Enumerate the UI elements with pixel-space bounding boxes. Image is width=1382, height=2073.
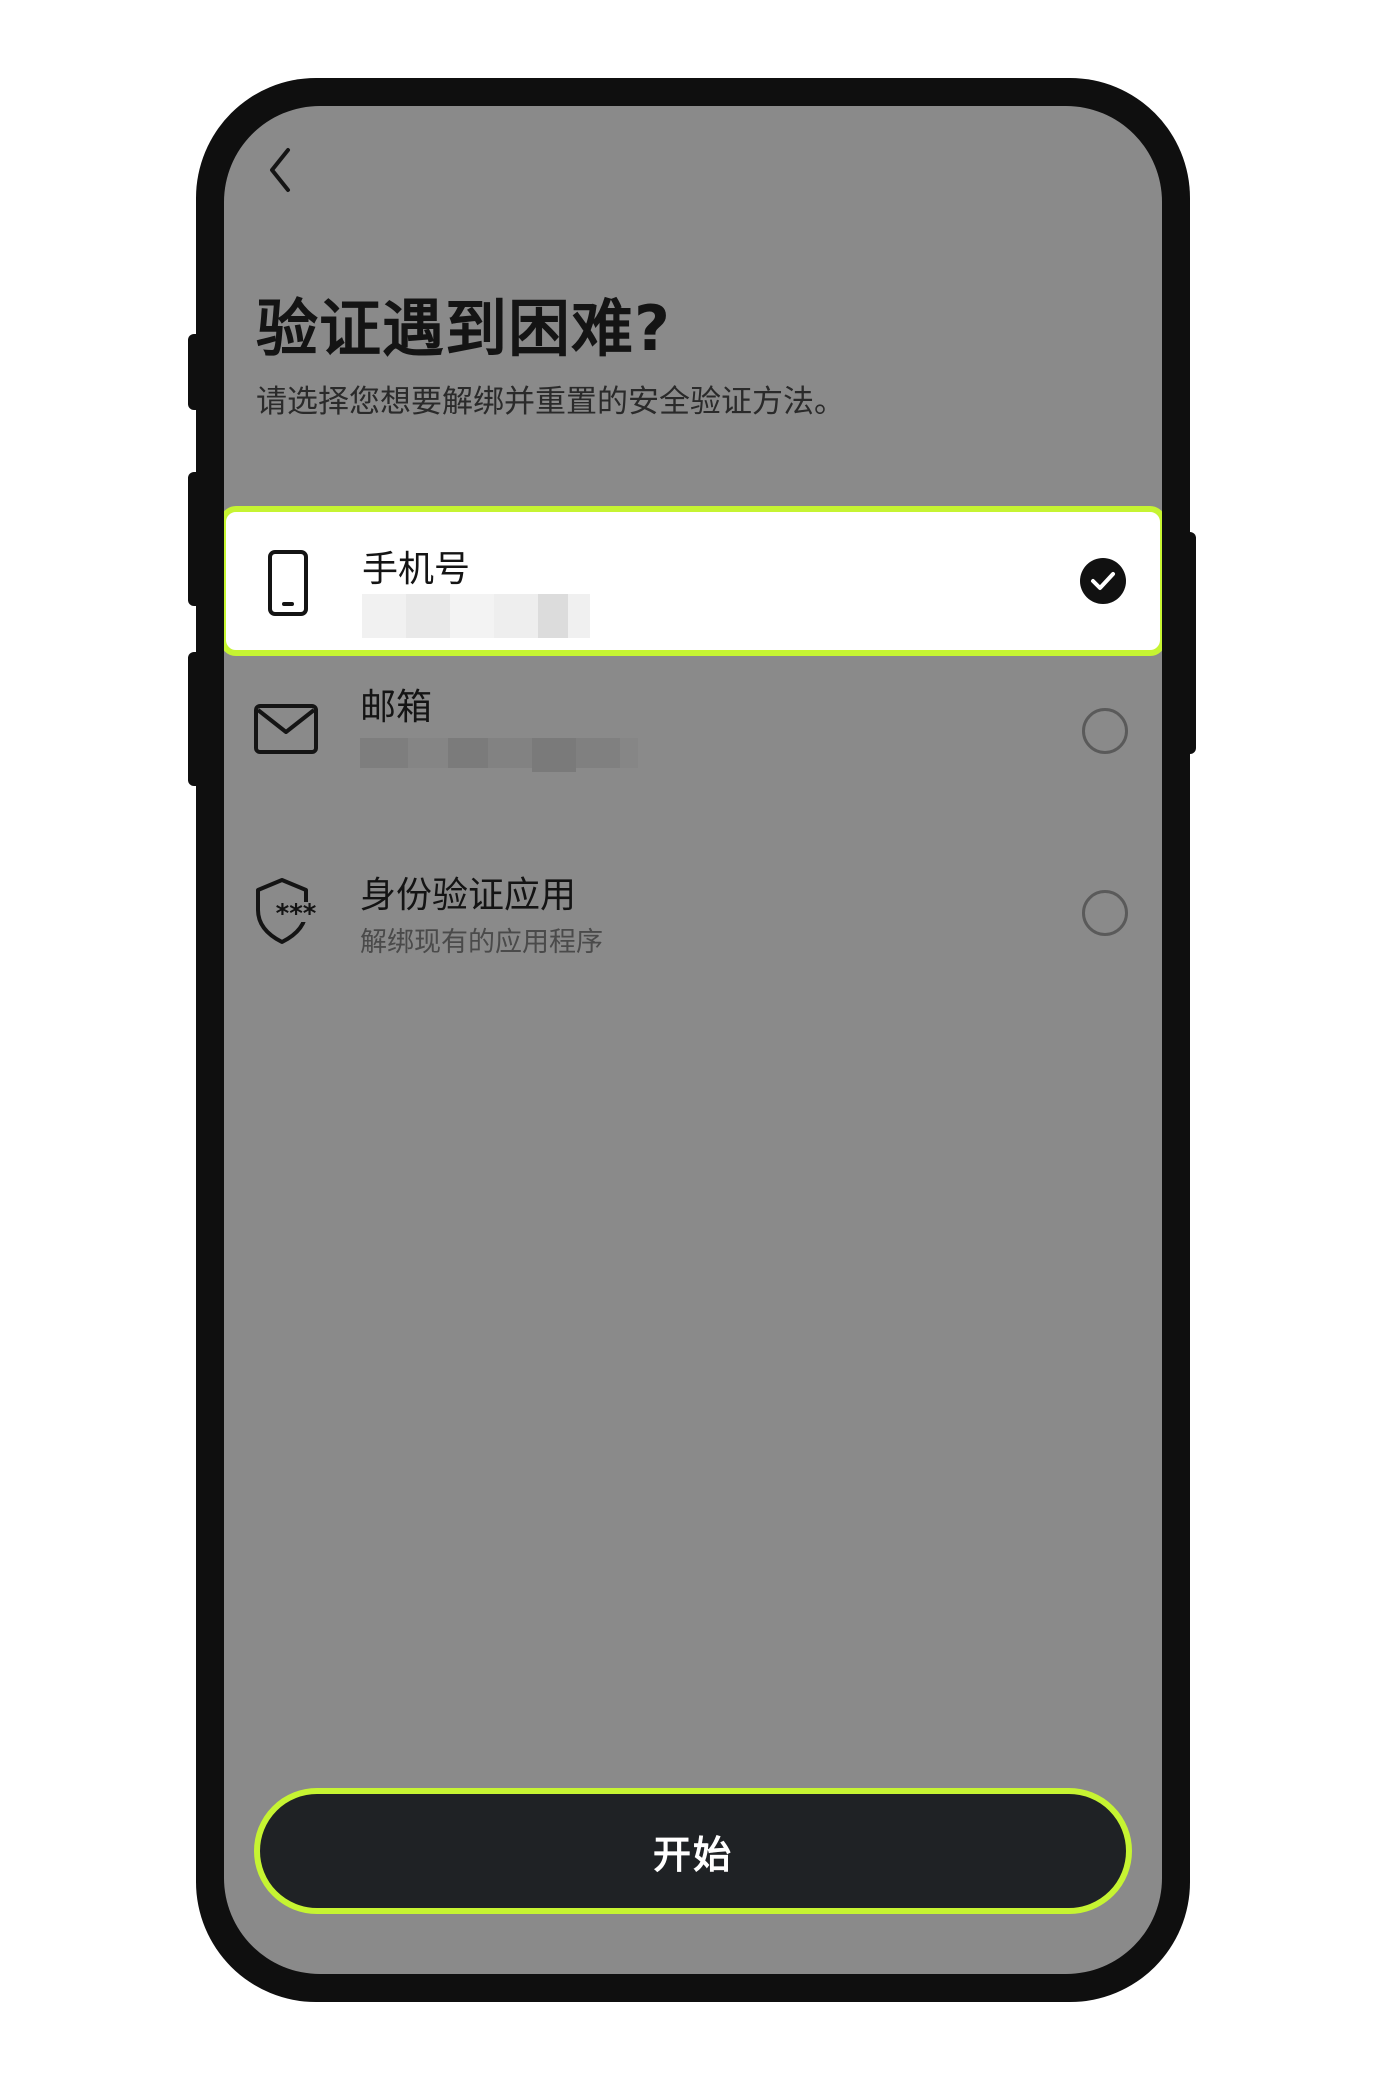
svg-text:***: *** [276, 899, 317, 929]
option-label: 身份验证应用 [360, 875, 577, 916]
page-subtitle: 请选择您想要解绑并重置的安全验证方法。 [256, 384, 845, 420]
option-detail: 解绑现有的应用程序 [360, 927, 603, 958]
start-button[interactable]: 开始 [254, 1788, 1132, 1914]
option-label: 手机号 [362, 549, 471, 590]
phone-icon [268, 550, 308, 616]
option-label: 邮箱 [360, 687, 433, 728]
radio-selected[interactable] [1080, 558, 1126, 604]
shield-icon: *** [256, 878, 318, 944]
option-phone[interactable]: 手机号 [224, 506, 1162, 656]
radio-unselected[interactable] [1082, 890, 1128, 936]
phone-screen: 验证遇到困难? 请选择您想要解绑并重置的安全验证方法。 手机号 邮箱 *** 身… [224, 106, 1162, 1974]
page: 验证遇到困难? 请选择您想要解绑并重置的安全验证方法。 手机号 邮箱 *** 身… [0, 0, 1382, 2073]
phone-number-redacted [362, 594, 590, 638]
radio-unselected[interactable] [1082, 708, 1128, 754]
back-arrow-icon[interactable] [262, 142, 302, 198]
email-redacted [360, 738, 638, 772]
option-authenticator[interactable]: *** 身份验证应用 解绑现有的应用程序 [224, 846, 1162, 996]
checkmark-icon [1091, 572, 1115, 590]
option-email[interactable]: 邮箱 [224, 656, 1162, 806]
mail-icon [254, 704, 318, 754]
page-title: 验证遇到困难? [256, 292, 671, 365]
